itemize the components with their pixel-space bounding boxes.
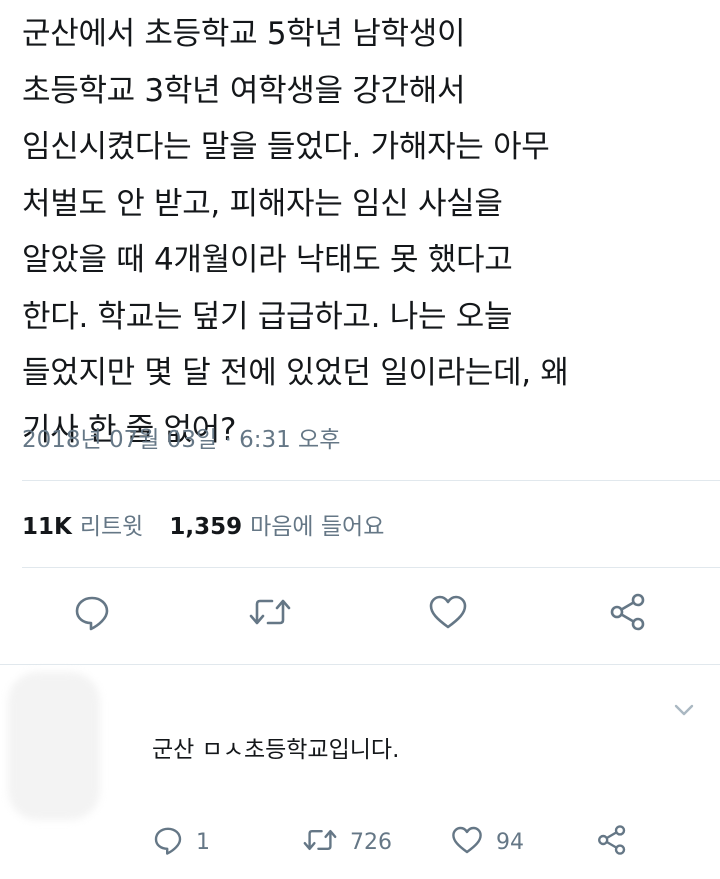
reply-icon	[152, 824, 184, 860]
reply-more-button[interactable]	[672, 700, 696, 720]
retweet-icon	[302, 824, 338, 860]
likes-count[interactable]: 1,359	[169, 514, 242, 540]
tweet-text: 군산에서 초등학교 5학년 남학생이 초등학교 3학년 여학생을 강간해서 임신…	[22, 16, 569, 448]
reply-actions: 1 726 94	[0, 822, 720, 866]
reply-like-button[interactable]: 94	[450, 822, 524, 862]
share-icon	[608, 592, 648, 636]
share-icon	[596, 824, 628, 860]
retweet-count: 726	[350, 829, 392, 855]
retweets-count[interactable]: 11K	[22, 514, 72, 540]
retweet-icon	[248, 592, 292, 636]
reply-retweet-button[interactable]: 726	[302, 822, 392, 862]
divider	[22, 480, 720, 481]
tweet-stats: 11K 리트윗 1,359 마음에 들어요	[22, 507, 410, 541]
reply-reply-button[interactable]: 1	[152, 822, 210, 862]
like-button[interactable]	[424, 590, 472, 638]
like-icon	[450, 824, 484, 860]
reply-count: 1	[196, 829, 210, 855]
tweet-timestamp[interactable]: 2018년 07월 03일 · 6:31 오후	[22, 420, 340, 454]
tweet-actions	[0, 590, 720, 650]
like-icon	[427, 592, 469, 636]
share-button[interactable]	[604, 590, 652, 638]
retweet-button[interactable]	[246, 590, 294, 638]
reply-icon	[72, 592, 112, 636]
retweets-label[interactable]: 리트윗	[80, 507, 143, 541]
like-count: 94	[496, 829, 524, 855]
divider-full	[0, 664, 720, 665]
reply-button[interactable]	[68, 590, 116, 638]
chevron-down-icon	[672, 704, 696, 724]
avatar[interactable]	[8, 672, 100, 820]
reply-text: 군산 ㅁㅅ초등학교입니다.	[152, 737, 400, 763]
likes-label[interactable]: 마음에 들어요	[250, 507, 384, 541]
divider	[22, 567, 720, 568]
reply-share-button[interactable]	[596, 822, 628, 862]
